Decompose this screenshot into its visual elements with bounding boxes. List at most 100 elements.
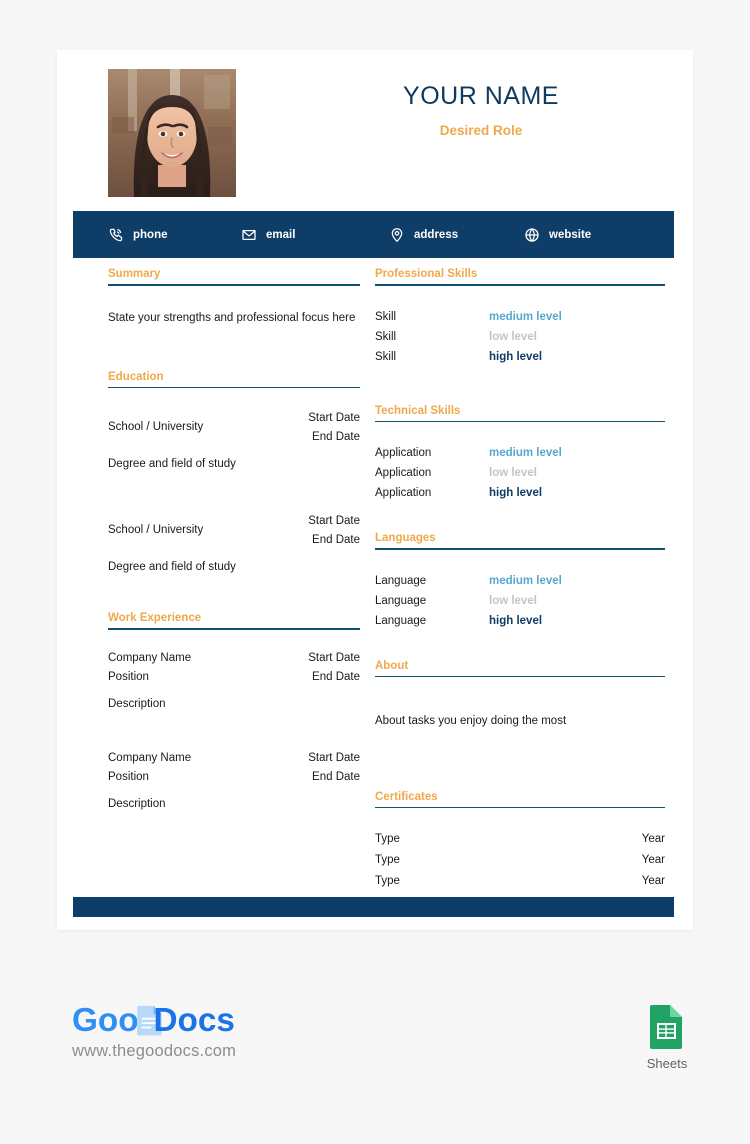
skill-row: Application low level <box>375 467 665 479</box>
skill-name: Application <box>375 447 432 460</box>
desired-role: Desired Role <box>439 123 523 138</box>
screenshot-root: YOUR NAME Desired Role phone email addre… <box>0 0 750 1144</box>
contact-item-website[interactable]: website <box>524 227 654 243</box>
contact-item-email[interactable]: email <box>241 227 389 243</box>
section-summary: Summary State your strengths and profess… <box>108 268 360 327</box>
skill-level: high level <box>489 487 543 500</box>
section-title-certificates: Certificates <box>375 790 438 803</box>
contact-item-phone[interactable]: phone <box>108 227 241 243</box>
summary-text: State your strengths and professional fo… <box>108 311 356 324</box>
contact-label-phone: phone <box>133 228 168 241</box>
education-degree: Degree and field of study <box>108 458 236 471</box>
logo-text-goo: Goo <box>72 1002 139 1039</box>
website-icon <box>525 227 539 242</box>
goodocs-logo: Goo Docs <box>72 1002 235 1039</box>
certificate-type: Type <box>375 854 400 867</box>
about-text: About tasks you enjoy doing the most <box>375 715 567 728</box>
section-title-professional-skills: Professional Skills <box>375 268 478 280</box>
skill-name: Language <box>375 574 427 587</box>
skill-name: Language <box>375 614 427 627</box>
education-start-date: Start Date <box>308 412 360 425</box>
goodocs-branding: Goo Docs www.thegoodocs.com <box>72 1000 294 1061</box>
work-position: Position <box>108 771 149 784</box>
skill-name: Skill <box>375 350 397 363</box>
contact-label-address: address <box>414 228 459 241</box>
section-certificates: Certificates Type Year Type Year Type Ye… <box>375 790 665 887</box>
education-start-date: Start Date <box>308 515 360 528</box>
skill-level: high level <box>489 614 543 627</box>
section-title-technical-skills: Technical Skills <box>375 404 461 417</box>
contact-label-website: website <box>549 228 592 241</box>
skill-name: Language <box>375 594 427 607</box>
education-end-date: End Date <box>312 431 360 444</box>
work-end-date: End Date <box>312 671 360 684</box>
section-title-work-experience: Work Experience <box>108 612 202 625</box>
right-column: Professional Skills Skill medium level S… <box>375 268 693 896</box>
address-icon <box>391 227 403 242</box>
section-about: About About tasks you enjoy doing the mo… <box>375 660 665 731</box>
skill-level: high level <box>489 350 543 363</box>
section-languages: Languages Language medium level Language… <box>375 532 665 627</box>
skill-name: Skill <box>375 330 397 343</box>
section-work-experience: Work Experience Company Name Position St… <box>108 612 360 810</box>
skill-row: Application medium level <box>375 447 665 459</box>
skill-row: Skill high level <box>375 351 665 363</box>
contact-item-address[interactable]: address <box>389 227 524 243</box>
section-technical-skills: Technical Skills Application medium leve… <box>375 404 665 499</box>
education-entry: School / University Start Date End Date <box>108 412 360 443</box>
skill-row: Language low level <box>375 595 665 607</box>
work-end-date: End Date <box>312 771 360 784</box>
work-start-date: Start Date <box>308 652 360 665</box>
skill-row: Language medium level <box>375 575 665 587</box>
work-description: Description <box>108 698 166 711</box>
section-title-languages: Languages <box>375 532 436 545</box>
education-degree: Degree and field of study <box>108 561 236 574</box>
work-company: Company Name <box>108 752 192 765</box>
section-title-about: About <box>375 659 409 672</box>
skill-level: medium level <box>489 574 562 587</box>
work-position: Position <box>108 671 149 684</box>
sheets-label: Sheets <box>646 1056 688 1071</box>
work-entry: Company Name Position Start Date End Dat… <box>108 652 360 683</box>
section-title-education: Education <box>108 370 164 383</box>
skill-level: low level <box>489 594 537 607</box>
certificate-row: Type Year <box>375 854 665 866</box>
skill-level: medium level <box>489 447 562 460</box>
skill-row: Skill medium level <box>375 311 665 323</box>
work-start-date: Start Date <box>308 752 360 765</box>
skill-level: medium level <box>489 310 562 323</box>
resume-page: YOUR NAME Desired Role phone email addre… <box>57 50 693 930</box>
resume-body: Summary State your strengths and profess… <box>57 268 693 896</box>
section-professional-skills: Professional Skills Skill medium level S… <box>375 268 665 363</box>
work-company: Company Name <box>108 652 192 665</box>
footer-bar <box>73 897 674 917</box>
education-school: School / University <box>108 524 204 537</box>
skill-name: Application <box>375 467 432 480</box>
certificate-row: Type Year <box>375 875 665 887</box>
page-title: YOUR NAME <box>403 82 559 110</box>
skill-name: Skill <box>375 310 397 323</box>
certificate-year: Year <box>641 854 665 867</box>
certificate-type: Type <box>375 875 400 888</box>
portrait-photo-image <box>108 69 236 197</box>
contact-bar: phone email address website <box>73 211 674 258</box>
avatar <box>108 69 236 197</box>
skill-row: Skill low level <box>375 331 665 343</box>
contact-label-email: email <box>266 228 296 241</box>
section-title-summary: Summary <box>108 268 161 280</box>
skill-level: low level <box>489 467 537 480</box>
education-end-date: End Date <box>312 534 360 547</box>
certificate-year: Year <box>641 833 665 846</box>
logo-text-docs: Docs <box>153 1002 235 1039</box>
sheets-product-mark: Sheets <box>644 1004 690 1071</box>
certificate-year: Year <box>641 875 665 888</box>
resume-header: YOUR NAME Desired Role <box>57 50 693 210</box>
section-education: Education School / University Start Date… <box>108 370 360 574</box>
identity-block: YOUR NAME Desired Role <box>269 82 693 138</box>
certificate-type: Type <box>375 833 400 846</box>
education-school: School / University <box>108 421 204 434</box>
google-sheets-icon <box>650 1005 682 1049</box>
skill-row: Language high level <box>375 615 665 627</box>
skill-row: Application high level <box>375 487 665 499</box>
work-entry: Company Name Position Start Date End Dat… <box>108 752 360 783</box>
